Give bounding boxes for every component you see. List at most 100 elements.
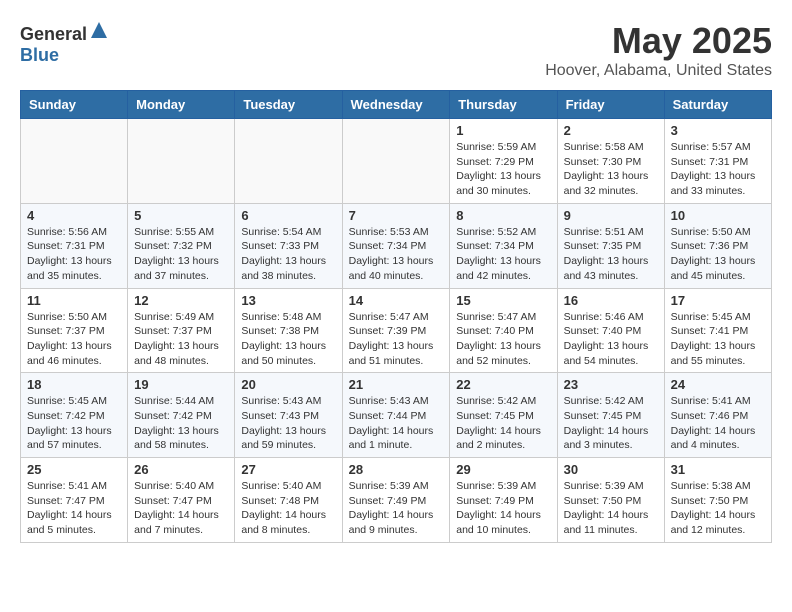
day-info: Sunrise: 5:43 AMSunset: 7:43 PMDaylight:… [241, 394, 335, 453]
month-title: May 2025 [545, 20, 772, 62]
day-header-friday: Friday [557, 91, 664, 119]
calendar-day: 24Sunrise: 5:41 AMSunset: 7:46 PMDayligh… [664, 373, 771, 458]
day-info: Sunrise: 5:51 AMSunset: 7:35 PMDaylight:… [564, 225, 658, 284]
day-number: 8 [456, 208, 550, 223]
day-info: Sunrise: 5:56 AMSunset: 7:31 PMDaylight:… [27, 225, 121, 284]
day-number: 1 [456, 123, 550, 138]
day-number: 9 [564, 208, 658, 223]
day-header-wednesday: Wednesday [342, 91, 450, 119]
calendar-day: 15 Sunrise: 5:47 AMSunset: 7:40 PMDayligh… [450, 288, 557, 373]
day-number: 17 [671, 293, 765, 308]
page-header: General Blue May 2025 Hoover, Alabama, U… [20, 20, 772, 80]
day-number: 3 [671, 123, 765, 138]
day-number: 14 [349, 293, 444, 308]
day-number: 13 [241, 293, 335, 308]
day-number: 12 [134, 293, 228, 308]
day-info: Sunrise: 5:40 AMSunset: 7:47 PMDaylight:… [134, 479, 228, 538]
day-header-thursday: Thursday [450, 91, 557, 119]
day-number: 6 [241, 208, 335, 223]
day-number: 30 [564, 462, 658, 477]
calendar-week-4: 18 Sunrise: 5:45 AMSunset: 7:42 PMDayligh… [21, 373, 772, 458]
day-header-saturday: Saturday [664, 91, 771, 119]
day-number: 29 [456, 462, 550, 477]
day-info: Sunrise: 5:41 AMSunset: 7:47 PMDaylight:… [27, 479, 121, 538]
day-number: 21 [349, 377, 444, 392]
logo-icon [89, 20, 109, 40]
day-info: Sunrise: 5:45 AMSunset: 7:42 PMDaylight:… [27, 394, 121, 453]
day-number: 19 [134, 377, 228, 392]
day-info: Sunrise: 5:52 AMSunset: 7:34 PMDaylight:… [456, 225, 550, 284]
calendar-day: 6 Sunrise: 5:54 AMSunset: 7:33 PMDaylight… [235, 203, 342, 288]
calendar-day: 8 Sunrise: 5:52 AMSunset: 7:34 PMDaylight… [450, 203, 557, 288]
calendar-day: 29Sunrise: 5:39 AMSunset: 7:49 PMDayligh… [450, 458, 557, 543]
day-header-sunday: Sunday [21, 91, 128, 119]
location-title: Hoover, Alabama, United States [545, 62, 772, 80]
day-number: 22 [456, 377, 550, 392]
calendar-day: 19Sunrise: 5:44 AMSunset: 7:42 PMDayligh… [128, 373, 235, 458]
calendar-week-2: 4Sunrise: 5:56 AMSunset: 7:31 PMDaylight… [21, 203, 772, 288]
day-info: Sunrise: 5:43 AMSunset: 7:44 PMDaylight:… [349, 394, 444, 453]
calendar-day: 16 Sunrise: 5:46 AMSunset: 7:40 PMDayligh… [557, 288, 664, 373]
day-number: 15 [456, 293, 550, 308]
calendar-day: 10 Sunrise: 5:50 AMSunset: 7:36 PMDayligh… [664, 203, 771, 288]
calendar-day: 4Sunrise: 5:56 AMSunset: 7:31 PMDaylight… [21, 203, 128, 288]
day-info: Sunrise: 5:40 AMSunset: 7:48 PMDaylight:… [241, 479, 335, 538]
day-info: Sunrise: 5:55 AMSunset: 7:32 PMDaylight:… [134, 225, 228, 284]
calendar-day: 7Sunrise: 5:53 AMSunset: 7:34 PMDaylight… [342, 203, 450, 288]
day-number: 28 [349, 462, 444, 477]
calendar-day: 21 Sunrise: 5:43 AMSunset: 7:44 PMDayligh… [342, 373, 450, 458]
calendar-day [128, 119, 235, 204]
day-header-tuesday: Tuesday [235, 91, 342, 119]
day-number: 10 [671, 208, 765, 223]
calendar-week-1: 1 Sunrise: 5:59 AMSunset: 7:29 PMDaylight… [21, 119, 772, 204]
logo-blue: Blue [20, 45, 59, 65]
calendar-day: 12 Sunrise: 5:49 AMSunset: 7:37 PMDayligh… [128, 288, 235, 373]
calendar-table: SundayMondayTuesdayWednesdayThursdayFrid… [20, 90, 772, 543]
day-info: Sunrise: 5:46 AMSunset: 7:40 PMDaylight:… [564, 310, 658, 369]
calendar-day: 13 Sunrise: 5:48 AMSunset: 7:38 PMDayligh… [235, 288, 342, 373]
day-info: Sunrise: 5:39 AMSunset: 7:49 PMDaylight:… [349, 479, 444, 538]
day-header-monday: Monday [128, 91, 235, 119]
day-info: Sunrise: 5:39 AMSunset: 7:50 PMDaylight:… [564, 479, 658, 538]
logo: General Blue [20, 20, 109, 66]
calendar-day: 11Sunrise: 5:50 AMSunset: 7:37 PMDayligh… [21, 288, 128, 373]
calendar-day: 1 Sunrise: 5:59 AMSunset: 7:29 PMDaylight… [450, 119, 557, 204]
calendar-week-3: 11Sunrise: 5:50 AMSunset: 7:37 PMDayligh… [21, 288, 772, 373]
calendar-day: 3Sunrise: 5:57 AMSunset: 7:31 PMDaylight… [664, 119, 771, 204]
calendar-header-row: SundayMondayTuesdayWednesdayThursdayFrid… [21, 91, 772, 119]
day-number: 31 [671, 462, 765, 477]
calendar-week-5: 25Sunrise: 5:41 AMSunset: 7:47 PMDayligh… [21, 458, 772, 543]
day-info: Sunrise: 5:48 AMSunset: 7:38 PMDaylight:… [241, 310, 335, 369]
day-info: Sunrise: 5:53 AMSunset: 7:34 PMDaylight:… [349, 225, 444, 284]
day-info: Sunrise: 5:47 AMSunset: 7:40 PMDaylight:… [456, 310, 550, 369]
calendar-day: 2 Sunrise: 5:58 AMSunset: 7:30 PMDaylight… [557, 119, 664, 204]
day-number: 16 [564, 293, 658, 308]
logo-text: General Blue [20, 20, 109, 66]
day-info: Sunrise: 5:54 AMSunset: 7:33 PMDaylight:… [241, 225, 335, 284]
calendar-day [21, 119, 128, 204]
day-info: Sunrise: 5:42 AMSunset: 7:45 PMDaylight:… [456, 394, 550, 453]
calendar-day: 14 Sunrise: 5:47 AMSunset: 7:39 PMDayligh… [342, 288, 450, 373]
day-info: Sunrise: 5:38 AMSunset: 7:50 PMDaylight:… [671, 479, 765, 538]
calendar-day: 23Sunrise: 5:42 AMSunset: 7:45 PMDayligh… [557, 373, 664, 458]
day-info: Sunrise: 5:50 AMSunset: 7:37 PMDaylight:… [27, 310, 121, 369]
day-number: 5 [134, 208, 228, 223]
day-number: 18 [27, 377, 121, 392]
logo-general: General [20, 24, 87, 44]
calendar-day: 17Sunrise: 5:45 AMSunset: 7:41 PMDayligh… [664, 288, 771, 373]
calendar-day: 28 Sunrise: 5:39 AMSunset: 7:49 PMDayligh… [342, 458, 450, 543]
calendar-day: 27Sunrise: 5:40 AMSunset: 7:48 PMDayligh… [235, 458, 342, 543]
day-info: Sunrise: 5:58 AMSunset: 7:30 PMDaylight:… [564, 140, 658, 199]
day-number: 2 [564, 123, 658, 138]
day-info: Sunrise: 5:41 AMSunset: 7:46 PMDaylight:… [671, 394, 765, 453]
day-info: Sunrise: 5:49 AMSunset: 7:37 PMDaylight:… [134, 310, 228, 369]
calendar-day: 20Sunrise: 5:43 AMSunset: 7:43 PMDayligh… [235, 373, 342, 458]
day-number: 23 [564, 377, 658, 392]
calendar-day: 30 Sunrise: 5:39 AMSunset: 7:50 PMDayligh… [557, 458, 664, 543]
day-info: Sunrise: 5:47 AMSunset: 7:39 PMDaylight:… [349, 310, 444, 369]
calendar-day: 26 Sunrise: 5:40 AMSunset: 7:47 PMDayligh… [128, 458, 235, 543]
day-number: 26 [134, 462, 228, 477]
day-info: Sunrise: 5:50 AMSunset: 7:36 PMDaylight:… [671, 225, 765, 284]
day-info: Sunrise: 5:59 AMSunset: 7:29 PMDaylight:… [456, 140, 550, 199]
calendar-day: 18 Sunrise: 5:45 AMSunset: 7:42 PMDayligh… [21, 373, 128, 458]
